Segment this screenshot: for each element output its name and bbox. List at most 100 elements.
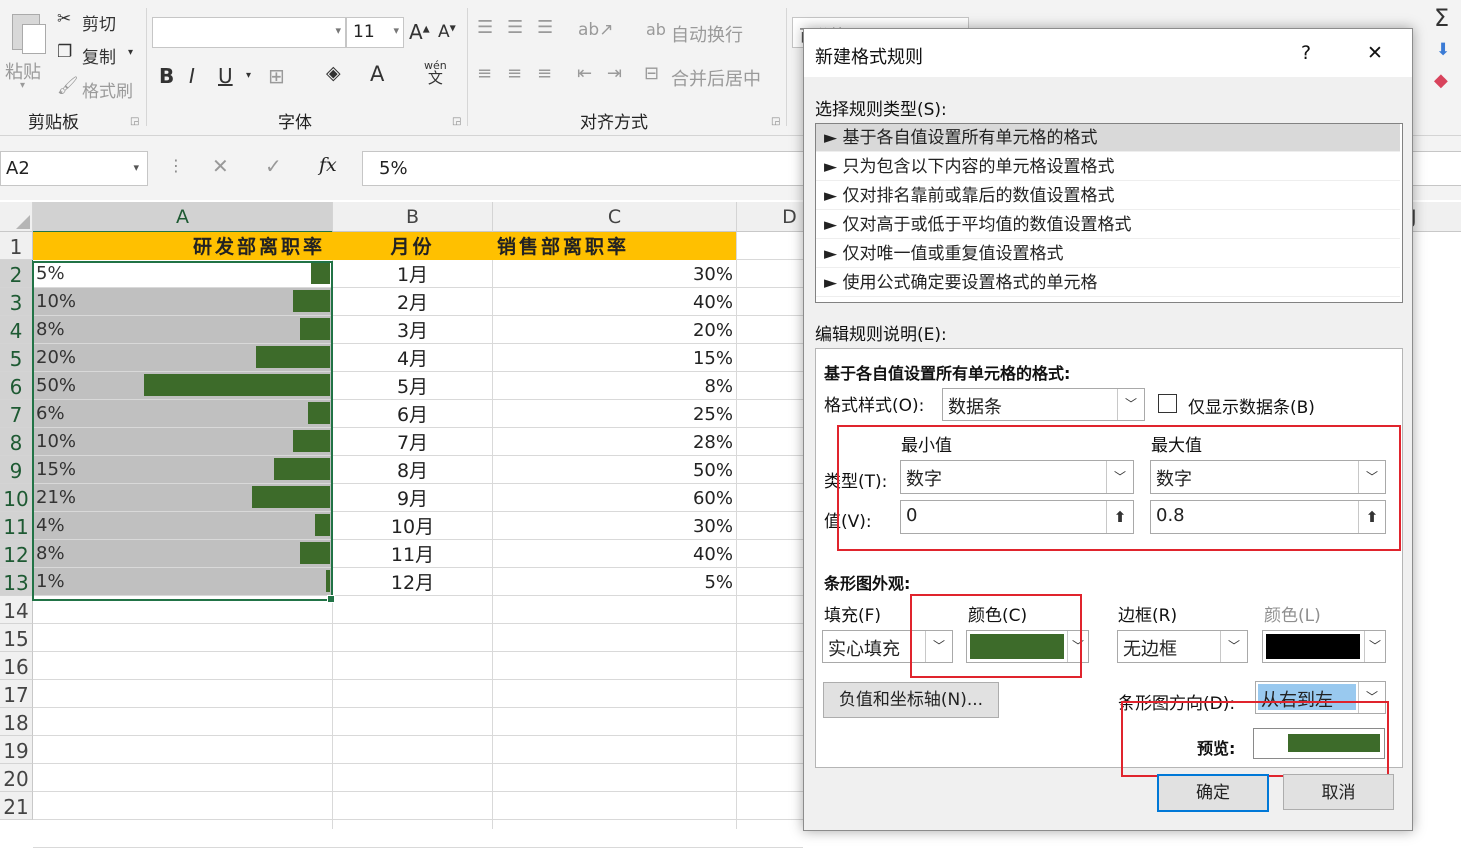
negative-axis-button[interactable]: 负值和坐标轴(N)... xyxy=(823,682,999,718)
row-header[interactable]: 4 xyxy=(0,316,34,344)
paste-icon[interactable] xyxy=(8,10,46,54)
rule-type-item[interactable]: ► 仅对高于或低于平均值的数值设置格式 xyxy=(816,211,1400,239)
row-header[interactable]: 12 xyxy=(0,540,34,568)
cell-c[interactable]: 40% xyxy=(493,540,733,568)
align-center-icon[interactable]: ≡ xyxy=(507,63,522,84)
row-header[interactable]: 6 xyxy=(0,372,34,400)
cell-c[interactable]: 25% xyxy=(493,400,733,428)
cell-b[interactable]: 8月 xyxy=(333,456,492,484)
chevron-down-icon[interactable]: ▾ xyxy=(133,161,139,174)
cell-c[interactable]: 50% xyxy=(493,456,733,484)
row-header[interactable]: 15 xyxy=(0,624,33,652)
fill-handle[interactable] xyxy=(327,595,335,603)
show-bar-only-checkbox[interactable] xyxy=(1158,394,1177,413)
row-header[interactable]: 11 xyxy=(0,512,34,540)
fill-down-icon[interactable]: ⬇ xyxy=(1436,40,1450,60)
cell-b[interactable]: 6月 xyxy=(333,400,492,428)
cancel-entry-icon[interactable]: ✕ xyxy=(212,154,229,178)
cell-b[interactable]: 10月 xyxy=(333,512,492,540)
rule-type-list[interactable]: ► 基于各自值设置所有单元格的格式 ► 只为包含以下内容的单元格设置格式 ► 仅对排… xyxy=(815,123,1403,303)
column-header-b[interactable]: B xyxy=(333,202,493,232)
cell-b[interactable]: 1月 xyxy=(333,260,492,288)
confirm-entry-icon[interactable]: ✓ xyxy=(265,154,282,178)
cell-b[interactable]: 9月 xyxy=(333,484,492,512)
copy-button[interactable]: 复制 xyxy=(82,43,116,68)
row-header[interactable]: 8 xyxy=(0,428,34,456)
ok-button[interactable]: 确定 xyxy=(1157,774,1269,812)
select-all-corner[interactable] xyxy=(0,202,33,232)
paste-dropdown-icon[interactable]: ▾ xyxy=(20,80,25,91)
header-cell-a[interactable]: 研发部离职率 xyxy=(33,232,325,260)
row-header[interactable]: 17 xyxy=(0,680,33,708)
cell-b[interactable]: 5月 xyxy=(333,372,492,400)
align-middle-icon[interactable]: ☰ xyxy=(507,17,523,38)
row-header[interactable]: 5 xyxy=(0,344,34,372)
row-header[interactable]: 16 xyxy=(0,652,33,680)
align-bottom-icon[interactable]: ☰ xyxy=(537,17,553,38)
row-header[interactable]: 21 xyxy=(0,792,33,820)
column-header-j[interactable]: J xyxy=(1411,202,1461,232)
cell-b[interactable]: 7月 xyxy=(333,428,492,456)
bold-button[interactable]: B xyxy=(159,64,174,88)
cell-c[interactable]: 8% xyxy=(493,372,733,400)
autosum-icon[interactable]: Σ xyxy=(1434,4,1449,32)
row-header[interactable]: 19 xyxy=(0,736,33,764)
cell-b[interactable]: 4月 xyxy=(333,344,492,372)
border-icon[interactable]: ⊞ xyxy=(268,64,285,88)
decrease-font-icon[interactable]: A▼ xyxy=(438,22,456,42)
format-style-select[interactable]: 数据条 ﹀ xyxy=(942,388,1145,421)
cell-c[interactable]: 28% xyxy=(493,428,733,456)
row-header[interactable]: 2 xyxy=(0,260,34,288)
cell-c[interactable]: 20% xyxy=(493,316,733,344)
rule-type-item[interactable]: ► 使用公式确定要设置格式的单元格 xyxy=(816,269,1400,297)
rule-type-item[interactable]: ► 仅对唯一值或重复值设置格式 xyxy=(816,240,1400,268)
row-header[interactable]: 18 xyxy=(0,708,33,736)
border-select[interactable]: 无边框 ﹀ xyxy=(1117,630,1248,663)
rule-type-item[interactable]: ► 基于各自值设置所有单元格的格式 xyxy=(816,124,1400,152)
rule-type-item[interactable]: ► 只为包含以下内容的单元格设置格式 xyxy=(816,153,1400,181)
row-header[interactable]: 9 xyxy=(0,456,34,484)
increase-indent-icon[interactable]: ⇥ xyxy=(607,63,622,84)
font-size-input[interactable]: 11 ▾ xyxy=(346,17,404,48)
help-button[interactable]: ? xyxy=(1301,42,1311,64)
cell-c[interactable]: 60% xyxy=(493,484,733,512)
cancel-button[interactable]: 取消 xyxy=(1283,774,1394,810)
cell-c[interactable]: 30% xyxy=(493,512,733,540)
font-launcher-icon[interactable]: ◲ xyxy=(452,116,461,127)
row-header[interactable]: 7 xyxy=(0,400,34,428)
header-cell-b[interactable]: 月份 xyxy=(333,232,492,260)
header-cell-c[interactable]: 销售部离职率 xyxy=(497,232,736,260)
row-header[interactable]: 13 xyxy=(0,568,34,596)
font-color-icon[interactable]: A xyxy=(370,62,384,86)
wrap-text-button[interactable]: 自动换行 xyxy=(671,21,743,47)
cell-b[interactable]: 2月 xyxy=(333,288,492,316)
decrease-indent-icon[interactable]: ⇤ xyxy=(577,63,592,84)
row-header[interactable]: 14 xyxy=(0,596,33,624)
cut-button[interactable]: 剪切 xyxy=(82,10,116,35)
font-name-input[interactable]: ▾ xyxy=(152,17,346,48)
show-bar-only-label[interactable]: 仅显示数据条(B) xyxy=(1188,393,1315,418)
cell-c[interactable]: 15% xyxy=(493,344,733,372)
cell-c[interactable]: 5% xyxy=(493,568,733,596)
increase-font-icon[interactable]: A▲ xyxy=(409,20,430,44)
italic-button[interactable]: I xyxy=(189,64,195,88)
border-color-select[interactable]: ﹀ xyxy=(1262,630,1386,663)
clear-icon[interactable]: ◆ xyxy=(1434,70,1448,91)
format-painter-button[interactable]: 格式刷 xyxy=(82,77,133,102)
row-header[interactable]: 10 xyxy=(0,484,34,512)
row-header[interactable]: 1 xyxy=(0,232,33,260)
align-right-icon[interactable]: ≡ xyxy=(537,63,552,84)
clipboard-launcher-icon[interactable]: ◲ xyxy=(130,116,139,127)
row-header[interactable]: 20 xyxy=(0,764,33,792)
cell-b[interactable]: 12月 xyxy=(333,568,492,596)
rule-type-item[interactable]: ► 仅对排名靠前或靠后的数值设置格式 xyxy=(816,182,1400,210)
cell-c[interactable]: 30% xyxy=(493,260,733,288)
cell-c[interactable]: 40% xyxy=(493,288,733,316)
align-top-icon[interactable]: ☰ xyxy=(477,17,493,38)
close-icon[interactable]: ✕ xyxy=(1367,42,1383,64)
underline-dropdown-icon[interactable]: ▾ xyxy=(246,70,251,81)
alignment-launcher-icon[interactable]: ◲ xyxy=(771,116,780,127)
orientation-icon[interactable]: ab↗ xyxy=(578,20,613,40)
name-box[interactable]: A2 ▾ xyxy=(0,151,148,186)
merge-center-button[interactable]: 合并后居中 xyxy=(671,65,761,91)
